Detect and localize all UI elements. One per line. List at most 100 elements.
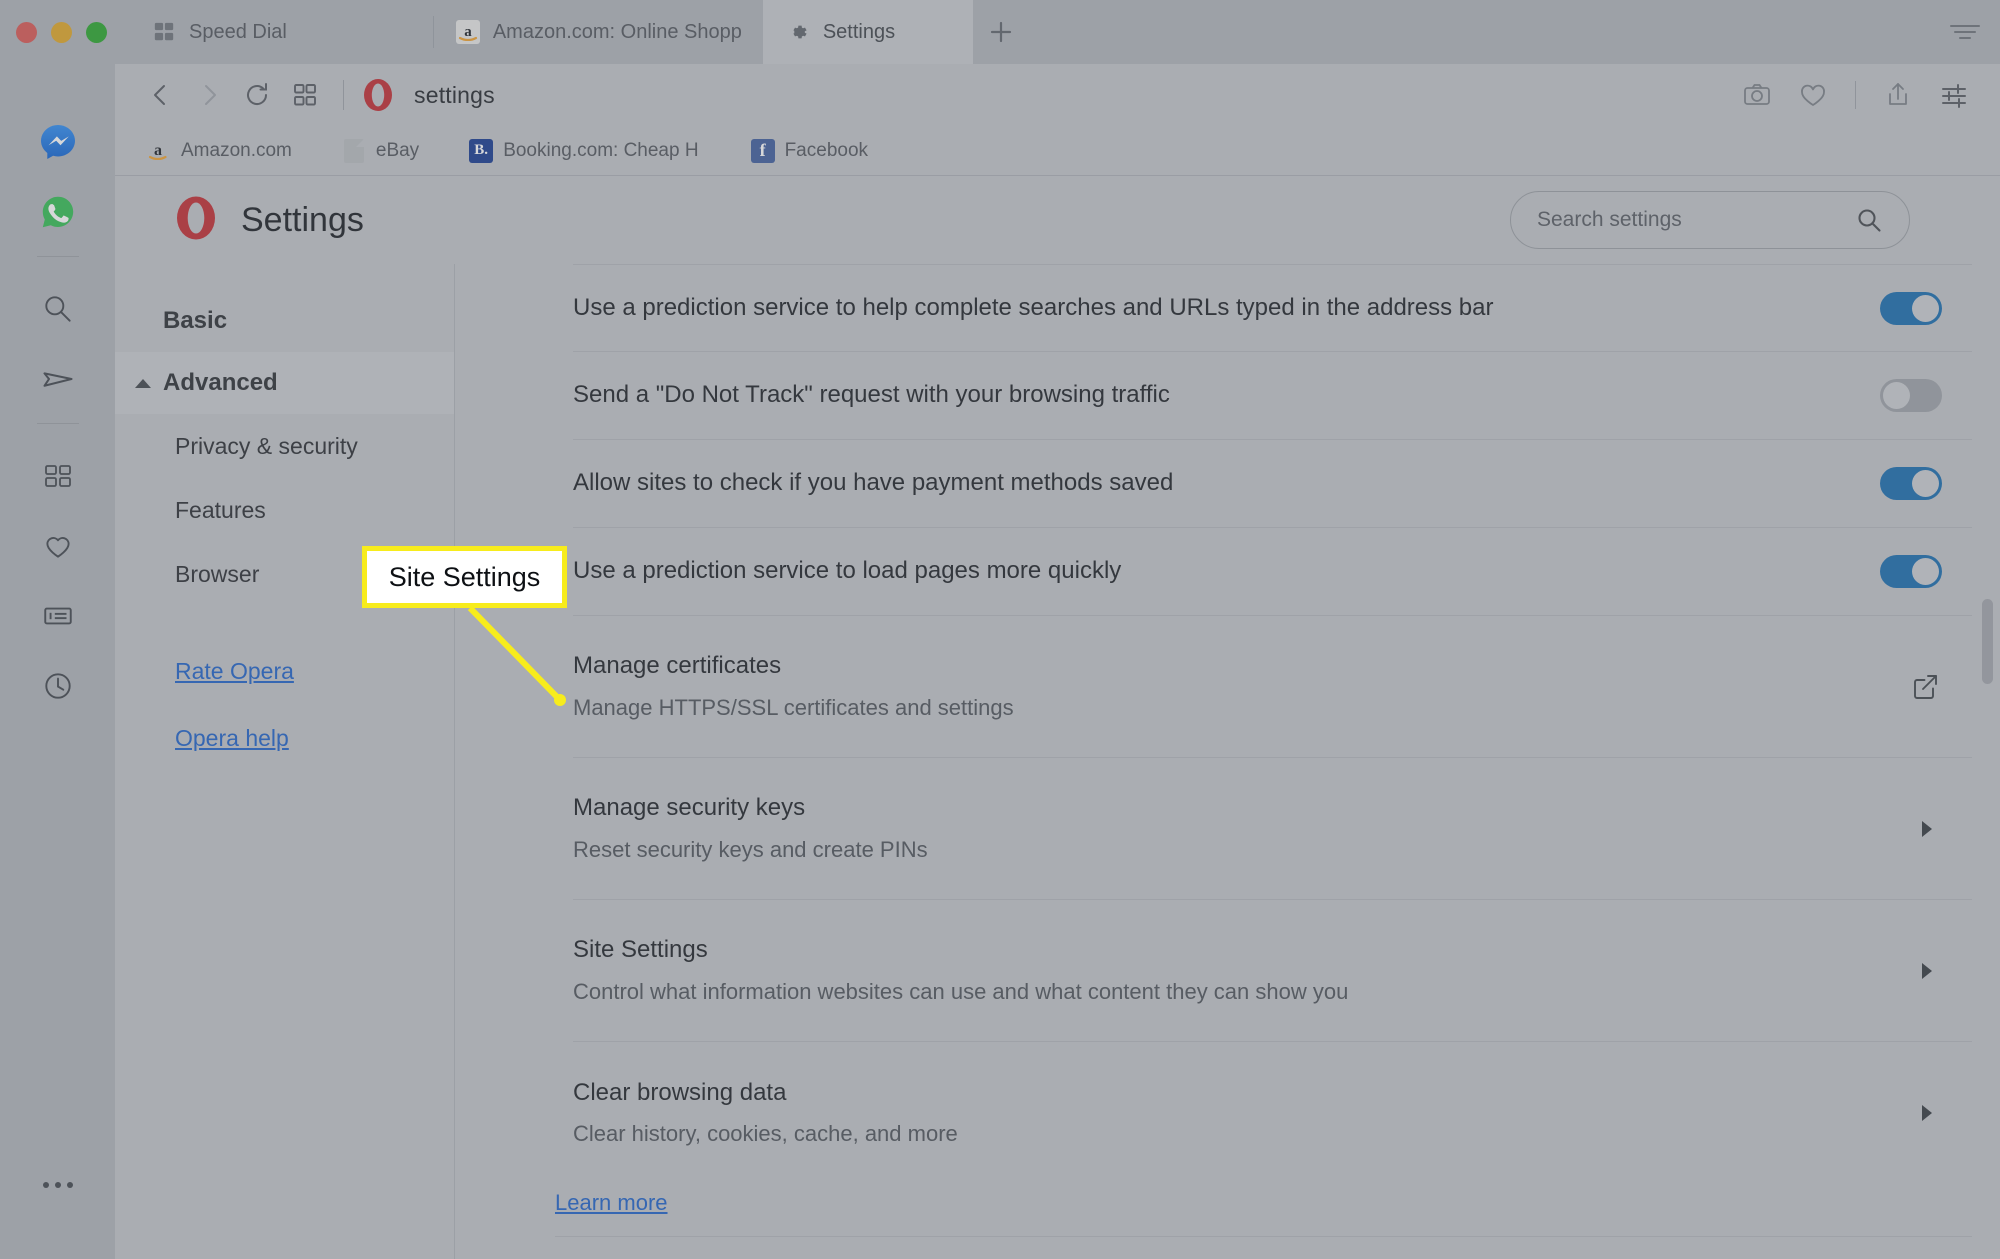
setting-text: Manage security keys Reset security keys… — [573, 774, 1912, 882]
setting-text: Automatically send crash reports to Oper… — [573, 1246, 1880, 1259]
tab-label: Settings — [822, 20, 896, 43]
callout-site-settings: Site Settings — [362, 546, 567, 608]
history-icon[interactable] — [30, 658, 86, 714]
scrollbar-thumb[interactable] — [1982, 599, 1993, 684]
toolbar-divider-2 — [1855, 81, 1856, 109]
setting-title: Use a prediction service to load pages m… — [573, 557, 1122, 585]
bookmark-label: eBay — [375, 139, 420, 161]
setting-title: Send a "Do Not Track" request with your … — [573, 381, 1170, 409]
bookmarks-bar: a Amazon.com eBay B. Booking.com: Cheap … — [115, 126, 2000, 176]
sidebar-item-advanced[interactable]: Advanced — [115, 352, 455, 414]
toggle-prediction-address-bar[interactable] — [1880, 291, 1942, 325]
sidebar-item-basic[interactable]: Basic — [115, 290, 455, 352]
setting-row-manage-certificates[interactable]: Manage certificates Manage HTTPS/SSL cer… — [573, 616, 1972, 758]
setting-row-prediction-address-bar[interactable]: Use a prediction service to help complet… — [573, 264, 1972, 352]
search-icon[interactable] — [30, 281, 86, 337]
setting-description: Reset security keys and create PINs — [573, 836, 928, 862]
share-icon[interactable] — [1874, 71, 1922, 119]
bookmark-amazon[interactable]: a Amazon.com — [135, 133, 304, 169]
page-title: Settings — [241, 200, 364, 239]
setting-title: Manage certificates — [573, 652, 782, 680]
sidebar-item-label: Features — [175, 496, 266, 523]
setting-title: Allow sites to check if you have payment… — [573, 469, 1174, 497]
setting-description: Clear history, cookies, cache, and more — [573, 1121, 958, 1147]
bookmark-ebay[interactable]: eBay — [330, 133, 431, 169]
callout-label: Site Settings — [388, 561, 541, 592]
rate-opera-link[interactable]: Rate Opera — [175, 658, 455, 685]
sidebar-item-label: Advanced — [163, 369, 278, 396]
settings-nav-links: Rate Opera Opera help — [115, 658, 455, 752]
setting-row-manage-security-keys[interactable]: Manage security keys Reset security keys… — [573, 758, 1972, 900]
speed-dial-button[interactable] — [281, 71, 329, 119]
toggle-prediction-load-pages[interactable] — [1880, 555, 1942, 588]
svg-text:a: a — [154, 142, 162, 159]
toggle-do-not-track[interactable] — [1880, 379, 1942, 412]
more-options-icon[interactable] — [30, 1157, 86, 1213]
maximize-window-button[interactable] — [86, 21, 107, 43]
toggle-payment-methods[interactable] — [1880, 467, 1942, 500]
chevron-right-icon[interactable] — [1912, 959, 1942, 983]
content-scrollbar[interactable] — [1980, 264, 1994, 1259]
setting-row-prediction-load-pages[interactable]: Use a prediction service to load pages m… — [573, 528, 1972, 616]
whatsapp-icon[interactable] — [30, 184, 86, 240]
heart-icon[interactable] — [30, 518, 86, 574]
search-settings-box[interactable] — [1510, 191, 1910, 249]
speed-dial-icon[interactable] — [30, 448, 86, 504]
page-favicon — [342, 138, 366, 163]
back-button[interactable] — [137, 71, 185, 119]
news-icon[interactable] — [30, 588, 86, 644]
setting-text: Allow sites to check if you have payment… — [573, 449, 1880, 517]
search-settings-wrapper — [1510, 191, 1910, 249]
settings-body: Basic Advanced Privacy & security Featur… — [115, 264, 2000, 1259]
minimize-window-button[interactable] — [51, 21, 72, 43]
tab-bar: Speed Dial a Amazon.com: Online Shopping — [0, 0, 2000, 64]
new-tab-button[interactable] — [973, 0, 1029, 64]
easy-setup-icon[interactable] — [1930, 71, 1978, 119]
setting-text: Clear browsing data Clear history, cooki… — [573, 1059, 1912, 1167]
bookmark-booking[interactable]: B. Booking.com: Cheap H — [457, 133, 710, 169]
send-icon[interactable] — [30, 351, 86, 407]
setting-row-crash-reports[interactable]: Automatically send crash reports to Oper… — [573, 1237, 1972, 1259]
toolbar-right-icons — [1733, 71, 1978, 119]
external-link-icon[interactable] — [1908, 673, 1942, 701]
setting-row-site-settings[interactable]: Site Settings Control what information w… — [573, 900, 1972, 1042]
tab-label: Speed Dial — [189, 20, 287, 43]
facebook-favicon: f — [750, 138, 775, 163]
search-icon[interactable] — [1855, 206, 1883, 234]
sidebar-divider — [36, 256, 79, 257]
sidebar-item-features[interactable]: Features — [115, 478, 455, 542]
tab-amazon[interactable]: a Amazon.com: Online Shopping — [432, 0, 763, 64]
address-bar[interactable]: settings — [414, 82, 495, 109]
setting-row-clear-browsing-data[interactable]: Clear browsing data Clear history, cooki… — [573, 1042, 1972, 1184]
bookmark-label: Booking.com: Cheap H — [503, 139, 699, 161]
opera-help-link[interactable]: Opera help — [175, 725, 455, 752]
sidebar-item-privacy-security[interactable]: Privacy & security — [115, 414, 455, 478]
setting-text: Use a prediction service to help complet… — [573, 274, 1880, 342]
tab-settings[interactable]: Settings — [762, 0, 973, 64]
learn-more-link[interactable]: Learn more — [555, 1190, 668, 1215]
messenger-icon[interactable] — [30, 114, 86, 170]
opera-logo-icon — [358, 75, 398, 115]
tab-speed-dial[interactable]: Speed Dial — [129, 0, 309, 64]
search-input[interactable] — [1537, 208, 1855, 232]
setting-row-payment-methods[interactable]: Allow sites to check if you have payment… — [573, 440, 1972, 528]
learn-more-block: Learn more — [555, 1184, 1972, 1237]
setting-description: Manage HTTPS/SSL certificates and settin… — [573, 694, 1014, 720]
tab-menu-button[interactable] — [1948, 19, 1982, 45]
opera-logo-icon — [173, 195, 219, 246]
sidebar-item-label: Privacy & security — [175, 432, 358, 459]
chevron-right-icon[interactable] — [1912, 817, 1942, 841]
settings-nav: Basic Advanced Privacy & security Featur… — [115, 264, 455, 1259]
setting-text: Manage certificates Manage HTTPS/SSL cer… — [573, 632, 1908, 740]
forward-button[interactable] — [185, 71, 233, 119]
reload-button[interactable] — [233, 71, 281, 119]
chevron-up-icon — [135, 378, 151, 388]
bookmark-facebook[interactable]: f Facebook — [739, 133, 880, 169]
chevron-right-icon[interactable] — [1912, 1101, 1942, 1125]
browser-window: Speed Dial a Amazon.com: Online Shopping — [0, 0, 2000, 1259]
close-window-button[interactable] — [16, 21, 37, 43]
heart-icon[interactable] — [1789, 71, 1837, 119]
camera-icon[interactable] — [1733, 71, 1781, 119]
setting-row-do-not-track[interactable]: Send a "Do Not Track" request with your … — [573, 352, 1972, 440]
settings-header: Settings — [115, 176, 2000, 264]
